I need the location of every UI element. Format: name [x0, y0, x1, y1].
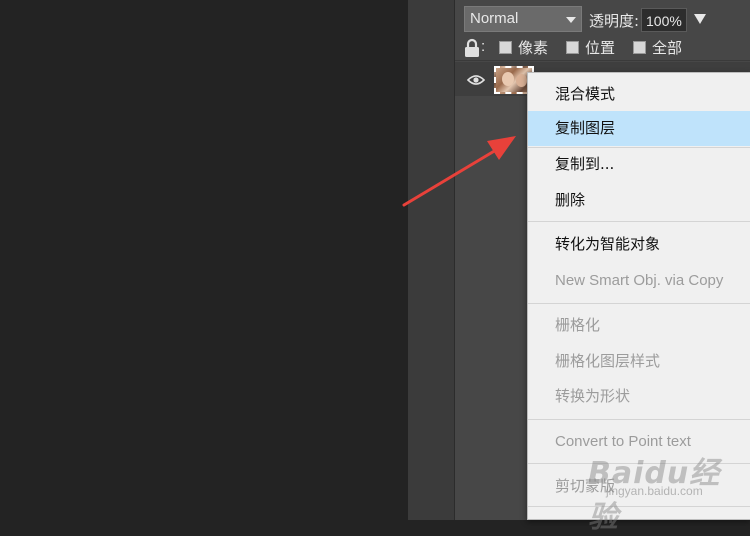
menu-separator	[528, 221, 750, 222]
menu-separator	[528, 419, 750, 420]
panel-gutter	[408, 0, 454, 520]
menu-item-convert-smart-object[interactable]: 转化为智能对象	[528, 227, 750, 262]
menu-item-duplicate-layer[interactable]: 复制图层	[528, 111, 750, 146]
lock-all-checkbox[interactable]	[633, 41, 646, 54]
menu-item-blend-mode[interactable]: 混合模式	[528, 77, 750, 112]
eye-icon[interactable]	[466, 73, 486, 91]
layer-context-menu: 混合模式 复制图层 复制到... 删除 转化为智能对象 New Smart Ob…	[527, 72, 750, 520]
menu-item-convert-to-shape: 转换为形状	[555, 387, 631, 405]
thumbnail-detail	[516, 74, 527, 87]
opacity-dropdown-icon[interactable]	[694, 14, 706, 24]
lock-position-checkbox[interactable]	[566, 41, 579, 54]
menu-item-convert-point-text: Convert to Point text	[555, 433, 691, 450]
lock-pixels-label: 像素	[518, 39, 549, 57]
blend-mode-value: Normal	[470, 10, 519, 27]
lock-pixels-checkbox[interactable]	[499, 41, 512, 54]
lock-colon: :	[481, 38, 486, 55]
opacity-label: 透明度:	[589, 12, 640, 30]
menu-item-clipping-mask: 剪切蒙版	[555, 477, 616, 495]
menu-item-new-smart-obj-via-copy: New Smart Obj. via Copy	[555, 272, 724, 289]
chevron-down-icon	[566, 17, 576, 23]
lock-position-label: 位置	[585, 39, 616, 57]
menu-separator	[528, 463, 750, 464]
thumbnail-detail	[502, 72, 514, 86]
menu-separator	[528, 303, 750, 304]
blend-mode-select[interactable]: Normal	[464, 6, 582, 32]
lock-all-option[interactable]: 全部	[633, 37, 682, 58]
panel-divider	[455, 60, 750, 61]
menu-item-duplicate-to[interactable]: 复制到...	[528, 147, 750, 182]
menu-item-rasterize-layer-style: 栅格化图层样式	[555, 352, 661, 370]
menu-separator	[528, 506, 750, 507]
menu-item-rasterize: 栅格化	[555, 316, 601, 334]
canvas-area[interactable]	[0, 0, 408, 520]
opacity-input[interactable]: 100%	[641, 8, 687, 32]
lock-all-label: 全部	[652, 39, 683, 57]
lock-pixels-option[interactable]: 像素	[499, 37, 548, 58]
lock-position-option[interactable]: 位置	[566, 37, 615, 58]
menu-item-delete[interactable]: 删除	[528, 183, 750, 218]
